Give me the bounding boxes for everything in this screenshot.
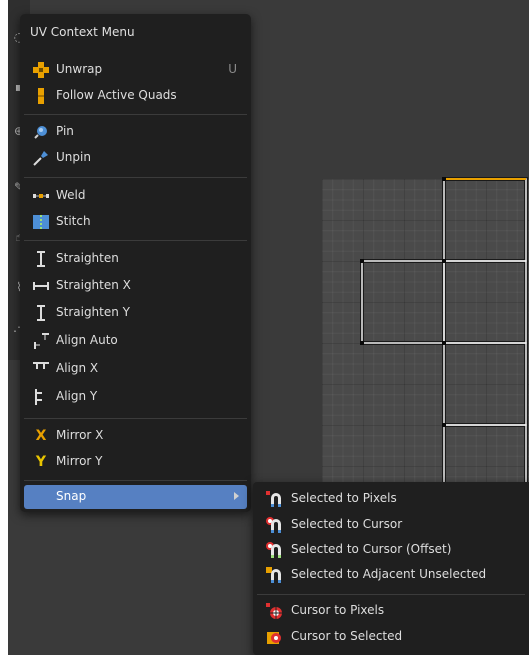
straighten-menu-item[interactable]: Straighten: [24, 247, 247, 271]
straighten-y-menu-item[interactable]: Straighten Y: [24, 301, 247, 325]
straighten-y-label: Straighten Y: [56, 305, 131, 319]
selected-to-cursor-offset-item[interactable]: Selected to Cursor (Offset): [257, 538, 525, 562]
snap-submenu: Selected to Pixels Selected to Cursor Se…: [253, 482, 529, 655]
weld-label: Weld: [56, 188, 86, 202]
cursor-to-pixels-item[interactable]: Cursor to Pixels: [257, 599, 525, 623]
cursor-to-selected-item[interactable]: Cursor to Selected: [257, 625, 525, 649]
align-x-menu-item[interactable]: Align X: [24, 357, 247, 381]
separator: [24, 114, 247, 115]
align-x-label: Align X: [56, 361, 99, 375]
pin-label: Pin: [56, 124, 74, 138]
snap-magnet-icon: [265, 516, 283, 534]
cursor-to-pixels-label: Cursor to Pixels: [291, 603, 385, 617]
stitch-label: Stitch: [56, 214, 91, 228]
menu-title: UV Context Menu: [30, 25, 135, 39]
selected-to-cursor-label: Selected to Cursor: [291, 517, 403, 531]
unwrap-shortcut: U: [228, 62, 237, 76]
snap-menu-item[interactable]: Snap: [24, 485, 247, 509]
unpin-menu-item[interactable]: Unpin: [24, 146, 247, 170]
snap-magnet-icon: [265, 566, 283, 584]
straighten-label: Straighten: [56, 251, 119, 265]
follow-active-quads-icon: [32, 87, 50, 105]
align-auto-label: Align Auto: [56, 333, 118, 347]
separator: [24, 240, 247, 241]
straighten-x-label: Straighten X: [56, 278, 131, 292]
separator: [257, 594, 525, 595]
cursor-snap-icon: [265, 628, 283, 646]
snap-magnet-icon: [265, 541, 283, 559]
align-y-label: Align Y: [56, 389, 98, 403]
separator: [24, 480, 247, 481]
mirror-x-icon: X: [35, 428, 47, 444]
unwrap-label: Unwrap: [56, 62, 103, 76]
mirror-y-menu-item[interactable]: Y Mirror Y: [24, 450, 247, 474]
snap-magnet-icon: [265, 490, 283, 508]
selected-to-cursor-offset-label: Selected to Cursor (Offset): [291, 542, 452, 556]
weld-icon: [32, 187, 50, 205]
snap-label: Snap: [56, 489, 87, 503]
align-x-icon: [32, 360, 50, 378]
cursor-snap-icon: [265, 602, 283, 620]
follow-active-quads-menu-item[interactable]: Follow Active Quads: [24, 84, 247, 108]
align-auto-menu-item[interactable]: Align Auto: [24, 329, 247, 353]
straighten-x-icon: [32, 277, 50, 295]
uv-context-menu: UV Context Menu Unwrap U Follow Active Q…: [20, 14, 251, 512]
align-y-icon: [32, 388, 50, 406]
separator: [24, 177, 247, 178]
stitch-icon: [32, 213, 50, 231]
straighten-icon: [32, 250, 50, 268]
selected-to-cursor-item[interactable]: Selected to Cursor: [257, 513, 525, 537]
pin-menu-item[interactable]: Pin: [24, 120, 247, 144]
straighten-x-menu-item[interactable]: Straighten X: [24, 274, 247, 298]
selected-to-pixels-item[interactable]: Selected to Pixels: [257, 487, 525, 511]
selected-to-pixels-label: Selected to Pixels: [291, 491, 397, 505]
follow-active-quads-label: Follow Active Quads: [56, 88, 177, 102]
cursor-to-selected-label: Cursor to Selected: [291, 629, 403, 643]
separator: [24, 418, 247, 419]
weld-menu-item[interactable]: Weld: [24, 184, 247, 208]
unwrap-icon: [32, 61, 50, 79]
unwrap-menu-item[interactable]: Unwrap U: [24, 58, 247, 82]
submenu-arrow-icon: [234, 492, 239, 500]
stitch-menu-item[interactable]: Stitch: [24, 210, 247, 234]
align-y-menu-item[interactable]: Align Y: [24, 385, 247, 409]
align-auto-icon: [32, 332, 50, 350]
unpin-icon: [32, 149, 50, 167]
straighten-y-icon: [32, 304, 50, 322]
mirror-y-icon: Y: [35, 454, 47, 470]
selected-to-adjacent-unselected-item[interactable]: Selected to Adjacent Unselected: [257, 563, 525, 587]
unpin-label: Unpin: [56, 150, 91, 164]
mirror-x-label: Mirror X: [56, 428, 104, 442]
mirror-y-label: Mirror Y: [56, 454, 103, 468]
mirror-x-menu-item[interactable]: X Mirror X: [24, 424, 247, 448]
pin-icon: [32, 123, 50, 141]
selected-to-adjacent-unselected-label: Selected to Adjacent Unselected: [291, 567, 487, 581]
